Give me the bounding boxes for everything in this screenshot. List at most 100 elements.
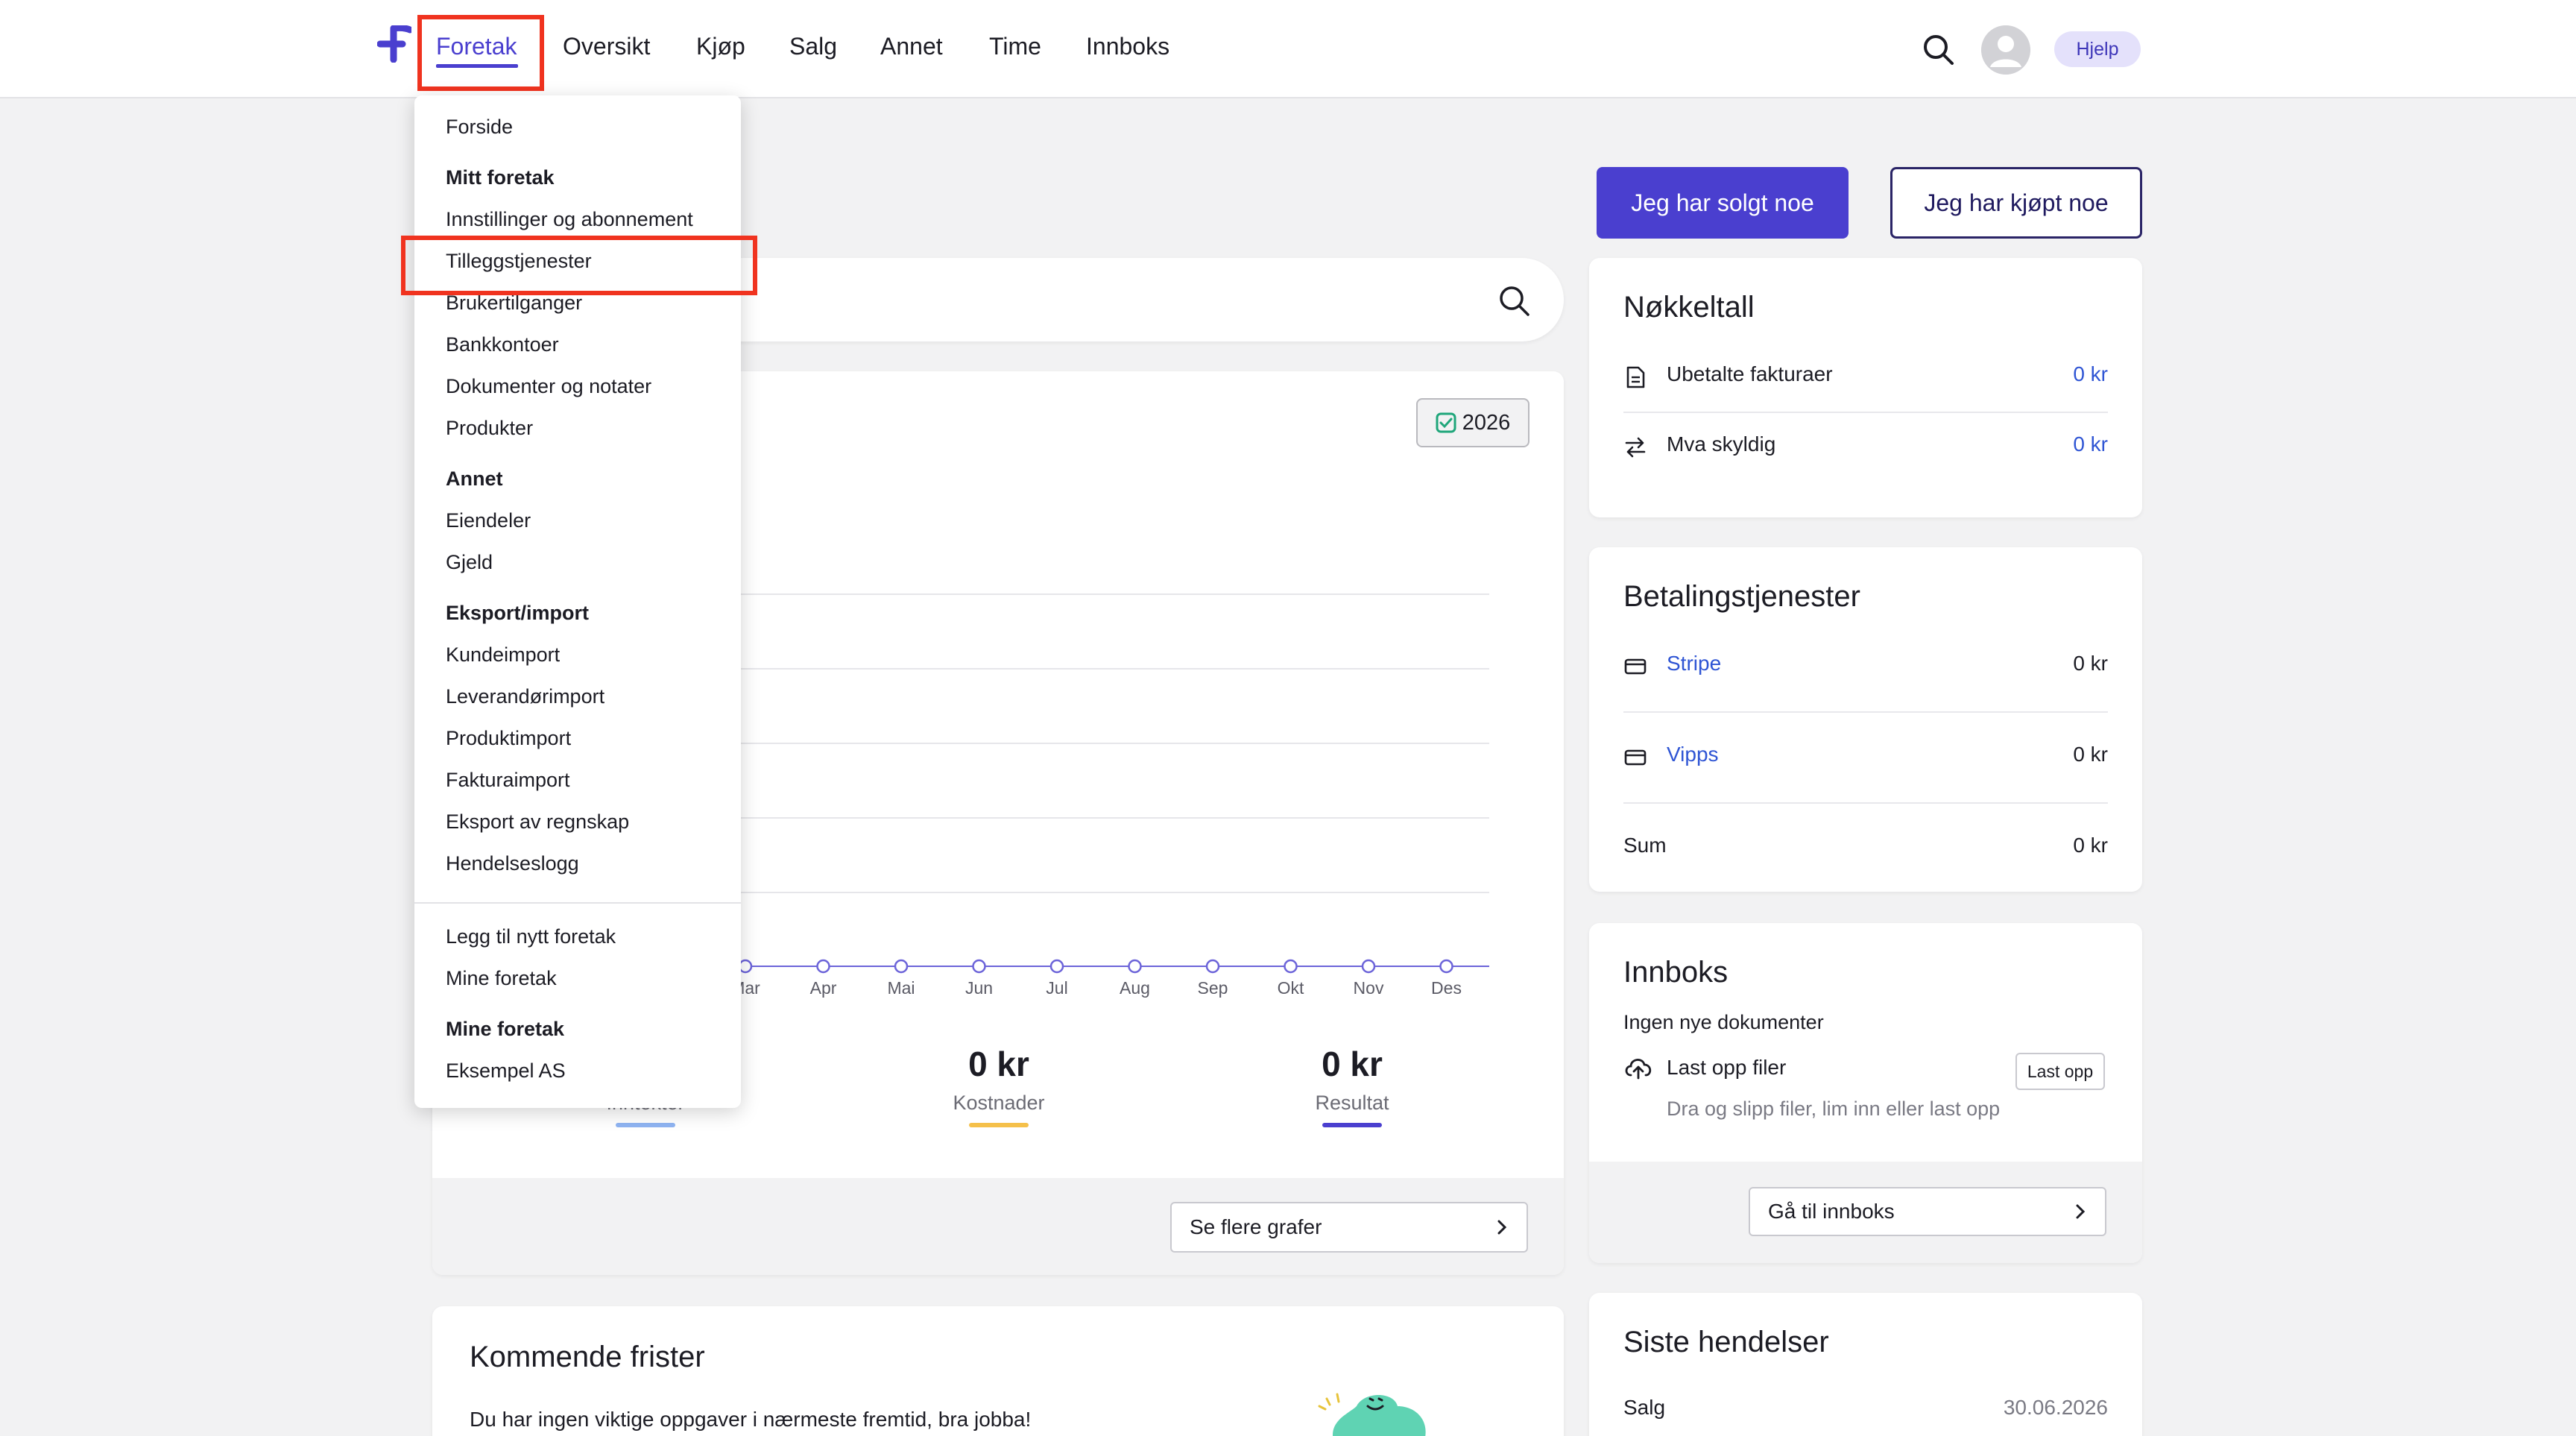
chart-x-label-des: Des [1431,978,1462,998]
inbox-drop-hint: Dra og slipp filer, lim inn eller last o… [1667,1098,2001,1120]
payments-sum-value: 0 kr [2073,834,2108,857]
menu-item-leverandorimport[interactable]: Leverandørimport [446,683,604,710]
checkbox-checked-icon [1436,412,1456,433]
events-title: Siste hendelser [1623,1326,1829,1358]
nav-time[interactable]: Time [989,30,1041,63]
chart-x-label-jul: Jul [1046,978,1068,998]
kpi-card: Nøkkeltall Ubetalte fakturaer 0 kr Mva s… [1589,258,2142,517]
menu-item-gjeld[interactable]: Gjeld [446,549,493,576]
menu-heading-mitt-foretak: Mitt foretak [446,166,555,189]
inbox-upload-label: Last opp filer [1667,1056,1787,1079]
chevron-right-icon [2076,1204,2086,1219]
chart-point-des [1439,959,1453,974]
payments-stripe-label[interactable]: Stripe [1667,652,1721,675]
upload-button[interactable]: Last opp [2015,1053,2105,1090]
chart-point-mar [738,959,753,974]
kpi-unpaid-value[interactable]: 0 kr [2073,362,2108,386]
year-filter-button[interactable]: 2026 [1416,398,1530,447]
menu-item-mine-foretak[interactable]: Mine foretak [446,965,557,992]
chart-x-label-jun: Jun [965,978,994,998]
user-icon [1981,25,2030,75]
events-row-date: 30.06.2026 [2003,1396,2108,1419]
stat-resultat-label: Resultat [1315,1092,1389,1114]
document-icon [1626,366,1645,388]
chart-point-apr [816,959,830,974]
inbox-empty-text: Ingen nye dokumenter [1623,1011,1824,1033]
goto-inbox-button[interactable]: Gå til innboks [1749,1187,2106,1236]
chart-gridline [716,892,1489,893]
nav-oversikt[interactable]: Oversikt [563,30,650,63]
payments-vipps-label[interactable]: Vipps [1667,743,1719,766]
menu-item-forside[interactable]: Forside [446,113,513,140]
year-badge-label: 2026 [1462,410,1511,435]
chart-x-label-aug: Aug [1120,978,1150,998]
chart-point-nov [1361,959,1376,974]
menu-item-eksempel-as[interactable]: Eksempel AS [446,1057,566,1084]
chart-x-label-nov: Nov [1353,978,1384,998]
chart-x-label-sep: Sep [1197,978,1228,998]
menu-item-dokumenter[interactable]: Dokumenter og notater [446,373,651,400]
stat-inntekter-bar [616,1123,675,1127]
payments-stripe-value: 0 kr [2073,652,2108,675]
chart-gridline [716,593,1489,595]
stat-kostnader-bar [969,1123,1029,1127]
chart-gridline [716,668,1489,670]
kpi-vat-label: Mva skyldig [1667,432,1776,456]
help-button[interactable]: Hjelp [2054,31,2141,67]
search-icon[interactable] [1920,31,1956,67]
payments-vipps-value: 0 kr [2073,743,2108,766]
menu-item-hendelseslogg[interactable]: Hendelseslogg [446,850,579,877]
menu-item-legg-til-foretak[interactable]: Legg til nytt foretak [446,923,616,950]
kpi-title: Nøkkeltall [1623,291,1755,324]
payments-card: Betalingstjenester Stripe 0 kr Vipps 0 k… [1589,547,2142,892]
credit-card-icon [1624,749,1647,766]
credit-card-icon [1624,658,1647,675]
payments-divider [1623,711,2108,713]
menu-item-eksport-regnskap[interactable]: Eksport av regnskap [446,808,629,835]
payments-title: Betalingstjenester [1623,580,1860,613]
menu-heading-mine-foretak: Mine foretak [446,1018,565,1040]
goto-inbox-label: Gå til innboks [1768,1200,1895,1223]
nav-kjop[interactable]: Kjøp [696,30,745,63]
more-graphs-button[interactable]: Se flere grafer [1170,1202,1528,1253]
kpi-row-vat[interactable]: Mva skyldig 0 kr [1623,432,2108,458]
nav-annet[interactable]: Annet [880,30,943,63]
stat-resultat-value: 0 kr [1322,1045,1383,1083]
menu-item-produktimport[interactable]: Produktimport [446,725,571,752]
kpi-vat-value[interactable]: 0 kr [2073,432,2108,456]
menu-item-innstillinger[interactable]: Innstillinger og abonnement [446,206,693,233]
chart-x-label-okt: Okt [1277,978,1304,998]
nav-salg[interactable]: Salg [789,30,837,63]
chart-point-jun [972,959,986,974]
chart-point-okt [1284,959,1298,974]
chart-point-sep [1205,959,1220,974]
cloud-upload-icon [1625,1059,1652,1080]
menu-item-bankkontoer[interactable]: Bankkontoer [446,331,559,358]
events-card: Siste hendelser Salg 30.06.2026 [1589,1293,2142,1436]
more-graphs-label: Se flere grafer [1190,1215,1322,1238]
chevron-right-icon [1497,1220,1507,1235]
top-navigation-bar: Foretak Oversikt Kjøp Salg Annet Time In… [0,0,2576,98]
payments-row-vipps[interactable]: Vipps 0 kr [1623,743,2108,766]
menu-item-fakturaimport[interactable]: Fakturaimport [446,766,570,793]
bought-something-button[interactable]: Jeg har kjøpt noe [1890,167,2142,239]
search-icon[interactable] [1497,283,1531,318]
menu-item-produkter[interactable]: Produkter [446,415,533,441]
logo-icon[interactable] [377,25,411,63]
menu-item-kundeimport[interactable]: Kundeimport [446,641,560,668]
chart-point-jul [1049,959,1064,974]
swap-arrows-icon [1625,437,1646,458]
payments-row-stripe[interactable]: Stripe 0 kr [1623,652,2108,676]
highlight-box-foretak [417,15,544,91]
events-row[interactable]: Salg 30.06.2026 [1623,1396,2108,1420]
chart-gridline [716,817,1489,819]
chart-point-mai [894,959,909,974]
avatar[interactable] [1981,25,2030,75]
nav-innboks[interactable]: Innboks [1086,30,1169,63]
payments-divider [1623,802,2108,804]
sold-something-button[interactable]: Jeg har solgt noe [1597,167,1849,239]
menu-item-eiendeler[interactable]: Eiendeler [446,507,531,534]
kpi-row-unpaid[interactable]: Ubetalte fakturaer 0 kr [1623,362,2108,388]
chart-x-label-apr: Apr [809,978,837,998]
chart-x-label-mai: Mai [887,978,915,998]
